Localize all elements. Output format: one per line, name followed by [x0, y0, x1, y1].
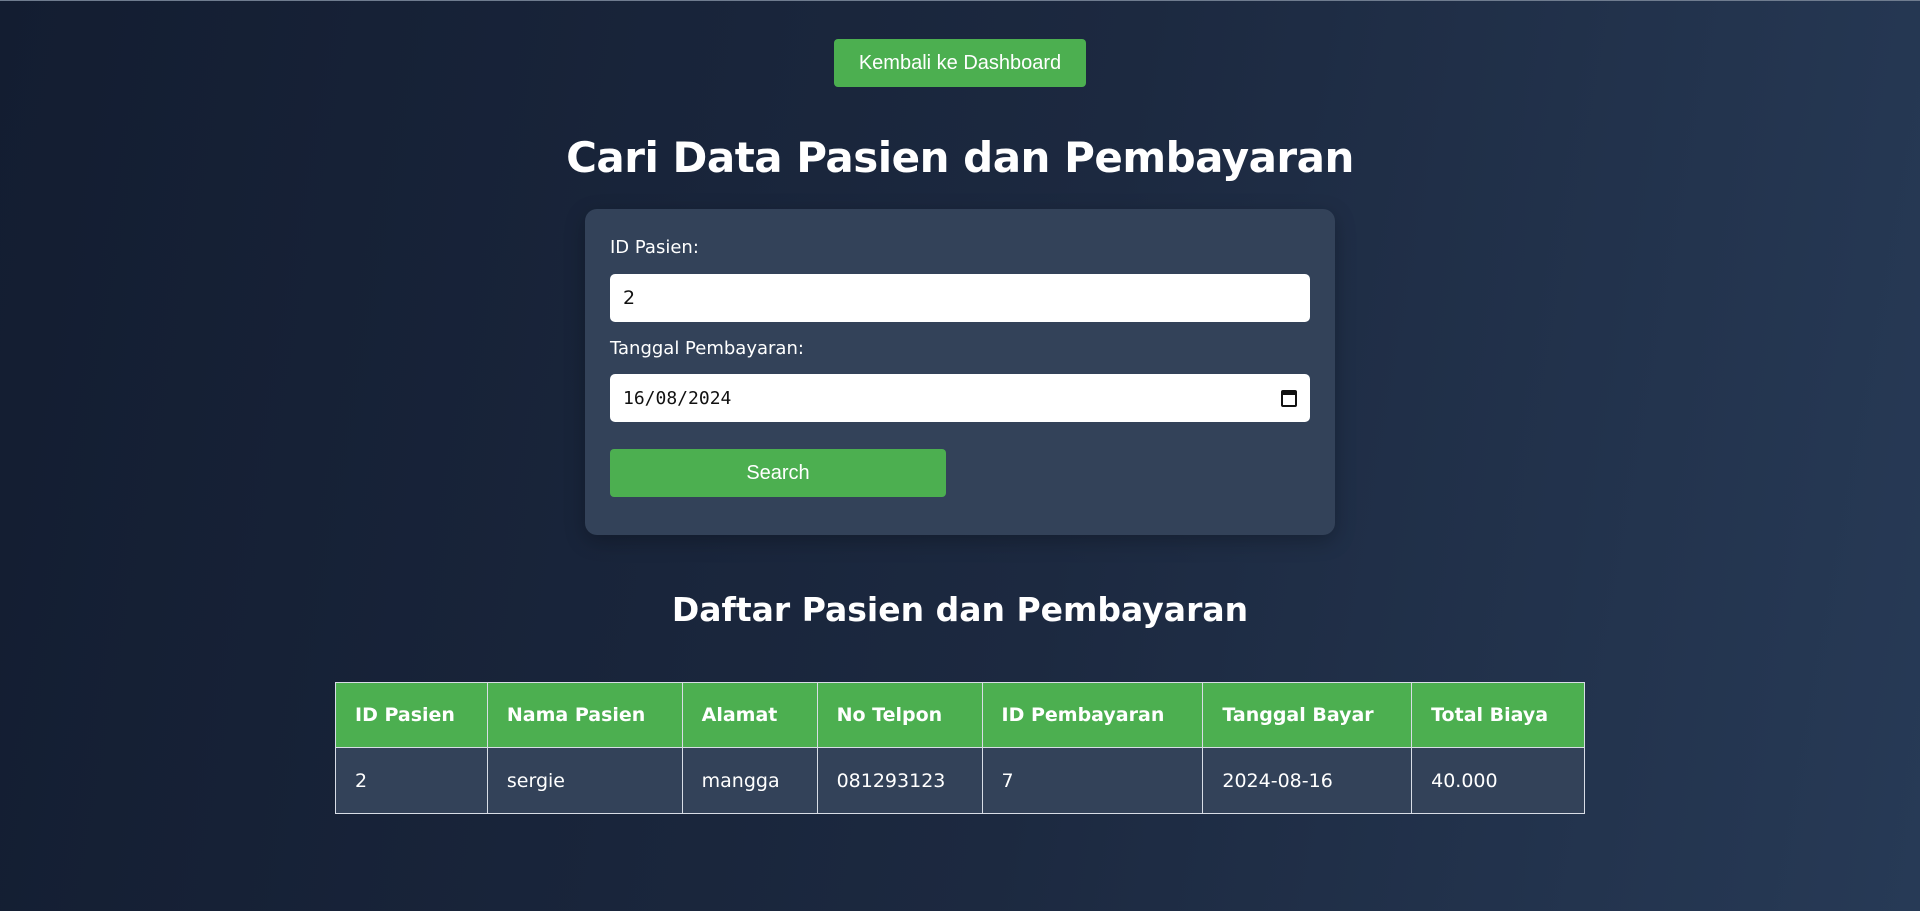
patient-id-label: ID Pasien: [610, 237, 699, 258]
column-header: Tanggal Bayar [1202, 682, 1413, 748]
top-border [0, 0, 1920, 1]
patient-id-input[interactable]: 2 [610, 274, 1310, 322]
column-header: Alamat [681, 682, 818, 748]
table-cell: sergie [486, 747, 683, 814]
search-button[interactable]: Search [610, 449, 946, 497]
calendar-icon[interactable] [1281, 389, 1297, 407]
payment-date-input[interactable]: 16/08/2024 [610, 374, 1310, 422]
payment-date-label: Tanggal Pembayaran: [610, 338, 804, 359]
patient-id-value: 2 [623, 287, 636, 309]
column-header: Total Biaya [1411, 682, 1585, 748]
table-cell: 081293123 [816, 747, 983, 814]
results-title: Daftar Pasien dan Pembayaran [671, 590, 1249, 629]
search-form: ID Pasien: 2 Tanggal Pembayaran: 16/08/2… [585, 209, 1335, 535]
table-row: 2 sergie mangga 081293123 7 2024-08-16 4… [335, 747, 1585, 814]
column-header: ID Pasien [335, 682, 488, 748]
payment-date-value: 16/08/2024 [623, 387, 732, 409]
back-to-dashboard-button[interactable]: Kembali ke Dashboard [834, 39, 1086, 87]
column-header: No Telpon [816, 682, 983, 748]
column-header: ID Pembayaran [981, 682, 1204, 748]
page-title: Cari Data Pasien dan Pembayaran [566, 133, 1354, 182]
table-header-row: ID Pasien Nama Pasien Alamat No Telpon I… [335, 682, 1585, 748]
table-cell: 40.000 [1411, 747, 1585, 814]
results-table: ID Pasien Nama Pasien Alamat No Telpon I… [335, 682, 1585, 814]
table-cell: 2 [335, 747, 488, 814]
column-header: Nama Pasien [486, 682, 683, 748]
table-cell: 2024-08-16 [1202, 747, 1413, 814]
table-cell: 7 [981, 747, 1204, 814]
table-cell: mangga [681, 747, 818, 814]
